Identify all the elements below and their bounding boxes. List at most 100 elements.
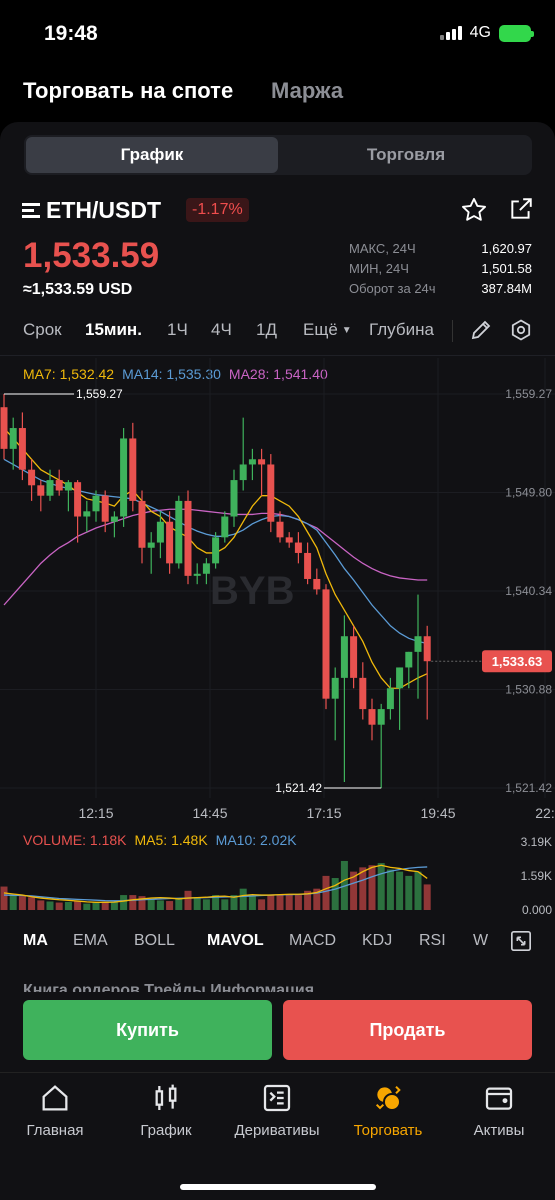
settings-icon[interactable] [509,318,533,347]
candle-body [9,428,17,449]
volume-bar [64,901,72,910]
volume-bar [55,902,63,910]
vol-ma5-label: MA5: 1.48K [134,832,208,848]
candle-body [138,500,146,548]
volume-axis-label: 1.59K [521,869,552,883]
share-icon[interactable] [508,196,534,227]
volume-bar [396,871,404,910]
price-axis-label: 1,530.88 [505,683,552,697]
ind-ma[interactable]: MA [23,932,48,950]
sell-button[interactable]: Продать [283,1000,532,1060]
candle-body [129,438,137,501]
time-axis-label: 17:15 [306,805,341,821]
volume-bar [120,895,128,910]
volume-bar [405,875,413,910]
nav-home-label: Главная [26,1122,84,1139]
tf-15m[interactable]: 15мин. [85,320,142,340]
tab-margin[interactable]: Маржа [271,78,343,104]
ind-boll[interactable]: BOLL [134,932,175,950]
buy-button[interactable]: Купить [23,1000,272,1060]
volume-bar [414,871,422,910]
nav-home[interactable]: Главная [0,1082,110,1139]
tab-spot[interactable]: Торговать на споте [23,78,233,104]
segment-chart[interactable]: График [26,137,278,173]
price-axis-label: 1,540.34 [505,584,552,598]
volume-bar [92,902,100,910]
candle-body [331,677,339,699]
tf-4h[interactable]: 4Ч [211,320,232,340]
candle-body [258,459,266,465]
nav-trade[interactable]: Торговать [333,1082,443,1139]
tf-depth[interactable]: Глубина [369,320,434,340]
candle-body [28,469,36,486]
ind-w[interactable]: W [473,932,488,950]
volume-axis-label: 0.000 [522,903,552,917]
tf-more-label: Ещё [303,320,338,339]
pencil-icon[interactable] [469,318,493,347]
candle-body [377,709,385,725]
vol-ma10-label: MA10: 2.02K [215,832,297,848]
volume-bar [239,888,247,910]
candle-body [147,542,155,548]
candle-body [386,688,394,710]
tf-1h[interactable]: 1Ч [167,320,188,340]
fullscreen-icon[interactable] [510,930,532,957]
tf-more[interactable]: Ещё ▼ [303,320,352,340]
nav-assets[interactable]: Активы [444,1082,554,1139]
candle-body [156,521,164,543]
volume-bar [83,903,91,910]
derivatives-icon [263,1084,291,1112]
status-time: 19:48 [44,22,98,45]
ind-rsi[interactable]: RSI [419,932,446,950]
volume-bar [184,890,192,910]
volume-bar [258,899,266,910]
candle-body [276,521,284,538]
candle-body [175,500,183,564]
orderbook-tabs[interactable]: Книга ордеров Трейды Информация [23,982,314,992]
candle-body [221,516,229,538]
candle-body [184,500,192,576]
nav-chart[interactable]: График [111,1082,221,1139]
volume-bar [110,901,118,910]
last-price: 1,533.59 [23,236,160,275]
ind-kdj[interactable]: KDJ [362,932,392,950]
chart-top-divider [0,355,555,356]
stat-high-label: МАКС, 24Ч [349,241,416,256]
time-axis-label: 19:45 [420,805,455,821]
caret-down-icon: ▼ [341,324,352,336]
volume-bar [37,900,45,910]
ind-ema[interactable]: EMA [73,932,108,950]
stat-turnover-label: Оборот за 24ч [349,281,436,296]
time-axis-label: 12:15 [78,805,113,821]
volume-bar [46,901,54,910]
stat-turnover-value: 387.84M [481,281,532,296]
chart-watermark: BYB [210,569,294,613]
nav-trade-label: Торговать [353,1122,423,1139]
candle-body [110,516,118,522]
segment-trade[interactable]: Торговля [280,135,532,175]
volume-bar [248,896,256,910]
candle-body [396,667,404,689]
volume-bar [18,896,26,910]
candle-body [64,482,72,491]
volume-bar [156,900,164,910]
ind-macd[interactable]: MACD [289,932,336,950]
volume-bar [202,899,210,910]
star-icon[interactable] [460,196,488,229]
price-axis-label: 1,549.80 [505,486,552,500]
home-icon [42,1085,68,1111]
volume-legend: VOLUME: 1.18K MA5: 1.48K MA10: 2.02K [23,832,297,848]
tf-label[interactable]: Срок [23,320,62,340]
tf-1d[interactable]: 1Д [256,320,277,340]
volume-bar [129,895,137,910]
change-badge: -1.17% [186,198,249,222]
volume-bar [74,901,82,910]
candlestick-icon [155,1084,177,1110]
price-usd: ≈1,533.59 USD [23,281,133,298]
pair-selector[interactable]: ETH/USDT [22,197,161,224]
battery-icon [499,24,534,42]
ind-mavol[interactable]: MAVOL [207,932,264,950]
candle-body [340,636,348,678]
nav-derivatives[interactable]: Деривативы [222,1082,332,1139]
price-axis-label: 1,559.27 [505,387,552,401]
